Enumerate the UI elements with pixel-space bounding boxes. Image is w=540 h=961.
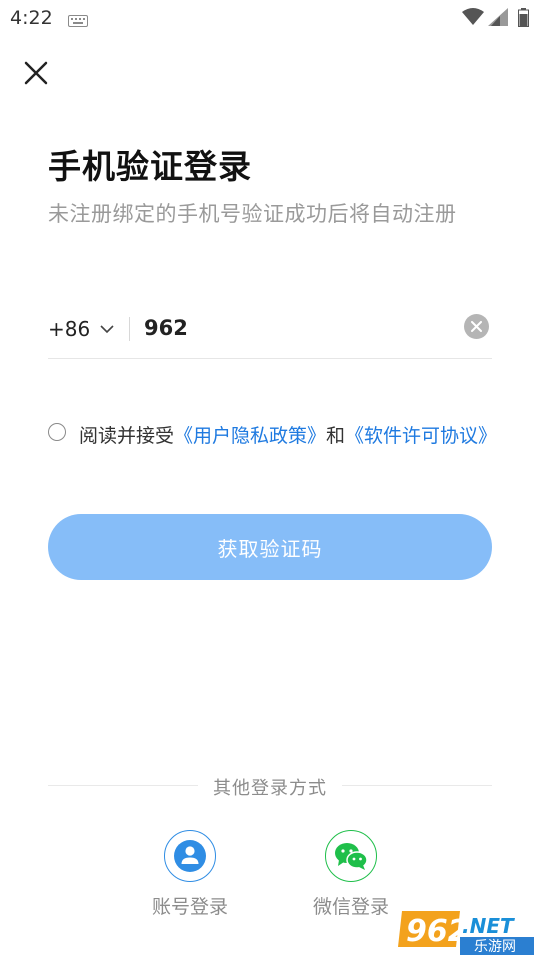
battery-icon xyxy=(518,8,529,31)
svg-text:乐游网: 乐游网 xyxy=(474,939,516,955)
agreement-prefix: 阅读并接受 xyxy=(79,425,175,447)
account-login-label: 账号登录 xyxy=(151,896,228,918)
svg-text:962: 962 xyxy=(406,914,469,949)
clear-input-button[interactable] xyxy=(464,314,489,339)
page-subtitle: 未注册绑定的手机号验证成功后将自动注册 xyxy=(48,202,457,226)
country-code-label: +86 xyxy=(48,317,91,341)
chevron-down-icon xyxy=(100,324,114,333)
user-icon xyxy=(174,840,206,872)
page-title: 手机验证登录 xyxy=(48,147,252,186)
license-agreement-link[interactable]: 《软件许可协议》 xyxy=(345,425,497,447)
agreement-conjunction: 和 xyxy=(326,425,346,447)
watermark-logo: 962 .NET 乐游网 xyxy=(398,905,538,957)
wechat-login-label: 微信登录 xyxy=(312,896,389,918)
agreement-checkbox[interactable] xyxy=(48,423,66,441)
input-underline xyxy=(48,358,492,359)
svg-text:.NET: .NET xyxy=(462,914,515,938)
country-code-selector[interactable]: +86 xyxy=(48,314,114,344)
close-icon xyxy=(24,61,48,85)
status-time: 4:22 xyxy=(10,7,53,29)
agreement-text: 阅读并接受《用户隐私政策》和《软件许可协议》 xyxy=(79,420,509,452)
get-verification-code-button[interactable]: 获取验证码 xyxy=(48,514,492,580)
status-bar: 4:22 xyxy=(0,0,540,36)
account-login-button[interactable] xyxy=(164,830,216,882)
wechat-icon xyxy=(335,843,368,870)
other-login-divider-right xyxy=(342,785,492,786)
wifi-icon xyxy=(462,8,484,30)
clear-icon xyxy=(471,321,482,332)
country-code-divider xyxy=(129,317,130,341)
keyboard-icon xyxy=(68,12,88,31)
signal-icon xyxy=(488,8,508,30)
other-login-label: 其他登录方式 xyxy=(213,778,327,799)
close-button[interactable] xyxy=(18,55,54,91)
privacy-policy-link[interactable]: 《用户隐私政策》 xyxy=(174,425,326,447)
phone-input[interactable] xyxy=(144,312,444,344)
wechat-login-button[interactable] xyxy=(325,830,377,882)
